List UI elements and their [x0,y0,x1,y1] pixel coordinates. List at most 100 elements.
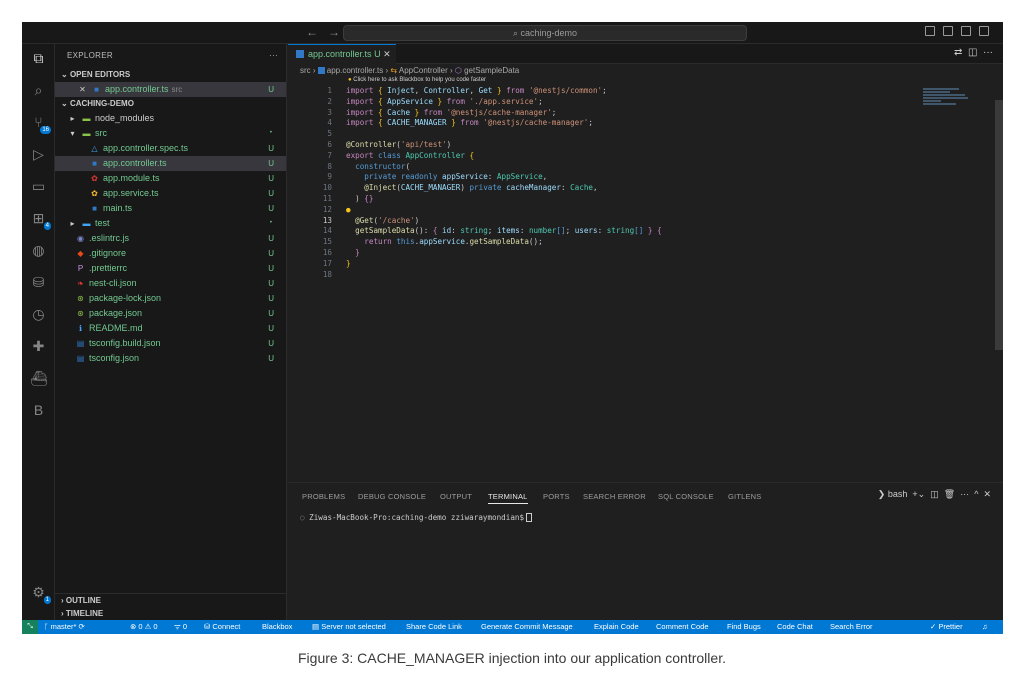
tab-debug-console[interactable]: DEBUG CONSOLE [358,492,426,501]
code-action-lightbulb-icon[interactable]: ● [346,205,351,214]
tree-item-tsconfig[interactable]: ▤ tsconfig.json U [55,351,286,366]
open-editor-item[interactable]: ✕ ■ app.controller.ts src U [55,82,286,97]
open-editors-section[interactable]: ⌄ OPEN EDITORS [55,68,286,82]
prettier-status[interactable]: ✓ Prettier [930,620,963,634]
notifications-bell-icon[interactable]: ♫ [982,620,988,634]
breadcrumb-file[interactable]: app.controller.ts [327,66,383,75]
blackbox-hint[interactable]: ● Click here to ask Blackbox to help you… [348,77,486,83]
terminal-output[interactable]: ○ Ziwas-MacBook-Pro:caching-demo zziwara… [300,513,533,522]
tree-item-src[interactable]: ▾ ▬ src • [55,126,286,141]
tree-item-node-modules[interactable]: ▸ ▬ node_modules [55,111,286,126]
activity-bar: ⧉ ⌕ ⑂ 16 ▷ ▭ ⊞ 4 ◍ ⛁ ◷ ✚ ⛴ B ⚙ 1 [22,44,55,620]
tree-item-main[interactable]: ■ main.ts U [55,201,286,216]
status-blackbox[interactable]: Blackbox [262,620,292,634]
toggle-secondary-sidebar-icon[interactable] [961,26,971,36]
server-icon: ▤ [312,622,320,631]
timeline-icon[interactable]: ◷ [30,306,47,323]
remote-indicator-icon[interactable]: ⤡ [22,620,38,634]
status-code-chat[interactable]: Code Chat [777,620,813,634]
tree-item-tsconfig-build[interactable]: ▤ tsconfig.build.json U [55,336,286,351]
close-tab-icon[interactable]: ✕ [383,49,391,59]
docker-icon[interactable]: ⛴ [30,370,48,387]
status-server[interactable]: ▤ Server not selected [312,620,386,634]
tab-search-error[interactable]: SEARCH ERROR [583,492,646,501]
tree-item-readme[interactable]: ℹ README.md U [55,321,286,336]
outline-section[interactable]: › OUTLINE [55,594,286,607]
tree-item-nest-cli[interactable]: ❧ nest-cli.json U [55,276,286,291]
json-file-icon: ⊛ [77,294,84,303]
timeline-section[interactable]: › TIMELINE [55,607,286,620]
tab-problems[interactable]: PROBLEMS [302,492,345,501]
tab-app-controller[interactable]: app.controller.ts U ✕ [288,44,396,64]
more-actions-icon[interactable]: ··· [983,47,993,58]
status-comment-code[interactable]: Comment Code [656,620,709,634]
tab-sql-console[interactable]: SQL CONSOLE [658,492,714,501]
problems-indicator[interactable]: ⊗ 0 ⚠ 0 [130,620,158,634]
tab-gitlens[interactable]: GITLENS [728,492,762,501]
status-generate-commit[interactable]: Generate Commit Message [481,620,573,634]
remote-explorer-icon[interactable]: ▭ [30,178,47,195]
tab-terminal[interactable]: TERMINAL [488,492,528,504]
source-control-icon[interactable]: ⑂ 16 [30,114,51,134]
terminal-shell-name[interactable]: bash [888,489,908,499]
close-editor-icon[interactable]: ✕ [77,82,88,97]
status-find-bugs[interactable]: Find Bugs [727,620,761,634]
split-editor-icon[interactable]: ◫ [968,47,977,58]
tab-ports[interactable]: PORTS [543,492,570,501]
settings-gear-icon[interactable]: ⚙ 1 [30,584,51,604]
panel-more-icon[interactable]: ··· [960,489,969,499]
status-share-code-link[interactable]: Share Code Link [406,620,462,634]
breadcrumb-method[interactable]: getSampleData [464,66,519,75]
connect-status[interactable]: ⛁ Connect [204,620,240,634]
open-changes-icon[interactable]: ⇄ [954,47,962,58]
status-explain-code[interactable]: Explain Code [594,620,639,634]
customize-layout-icon[interactable] [979,26,989,36]
docker-containers-icon[interactable]: ◍ [30,242,47,259]
code-view[interactable]: 1 import { Inject, Controller, Get } from… [288,86,928,280]
toggle-panel-icon[interactable] [943,26,953,36]
tree-item-package-lock[interactable]: ⊛ package-lock.json U [55,291,286,306]
tree-item-app-controller-spec[interactable]: △ app.controller.spec.ts U [55,141,286,156]
search-icon[interactable]: ⌕ [30,82,47,99]
editor-scrollbar[interactable] [995,100,1003,350]
code-line: 17} [322,258,351,268]
minimap[interactable] [923,88,983,112]
run-debug-icon[interactable]: ▷ [30,146,47,163]
project-section[interactable]: ⌄ CACHING-DEMO [55,97,286,111]
nest-file-icon: ❧ [77,279,84,288]
tree-item-label: .prettierrc [89,263,128,273]
tree-item-gitignore[interactable]: ◆ .gitignore U [55,246,286,261]
status-bar: ⤡ ᚴ master* ⟳ ⊗ 0 ⚠ 0 ᯤ 0 ⛁ Connect Blac… [22,620,1003,634]
tree-item-prettierrc[interactable]: P .prettierrc U [55,261,286,276]
branch-indicator[interactable]: ᚴ master* ⟳ [44,620,85,634]
extensions-icon[interactable]: ⊞ 4 [30,210,51,230]
database-icon[interactable]: ⛁ [30,274,47,291]
breadcrumb-folder[interactable]: src [300,66,311,75]
kill-terminal-icon[interactable]: 🗑 [944,489,955,499]
tree-item-app-module[interactable]: ✿ app.module.ts U [55,171,286,186]
explorer-icon[interactable]: ⧉ [30,50,47,67]
class-icon: ⇆ [390,66,398,75]
tree-item-test[interactable]: ▸ ▬ test • [55,216,286,231]
toggle-sidebar-icon[interactable] [925,26,935,36]
tab-output[interactable]: OUTPUT [440,492,472,501]
tree-item-label: main.ts [103,203,133,213]
command-center-search[interactable]: ⌕ caching-demo [343,25,747,41]
back-arrow-icon[interactable]: ← [306,25,318,39]
forward-arrow-icon[interactable]: → [328,25,340,39]
python-icon[interactable]: ✚ [30,338,47,355]
breadcrumb-class[interactable]: AppController [399,66,448,75]
tree-item-app-service[interactable]: ✿ app.service.ts U [55,186,286,201]
tree-item-app-controller[interactable]: ■ app.controller.ts U [55,156,286,171]
tree-item-label: src [95,128,107,138]
tree-item-package-json[interactable]: ⊛ package.json U [55,306,286,321]
ports-indicator[interactable]: ᯤ 0 [174,620,187,634]
blackbox-icon[interactable]: B [30,402,47,419]
terminal-dropdown-icon[interactable]: ⌄ [918,489,926,499]
split-terminal-icon[interactable]: ◫ [930,489,939,499]
status-search-error[interactable]: Search Error [830,620,873,634]
tree-item-eslintrc[interactable]: ◉ .eslintrc.js U [55,231,286,246]
explorer-more-icon[interactable]: ··· [269,44,278,68]
close-panel-icon[interactable]: ✕ [983,489,991,499]
maximize-panel-icon[interactable]: ^ [974,489,978,499]
